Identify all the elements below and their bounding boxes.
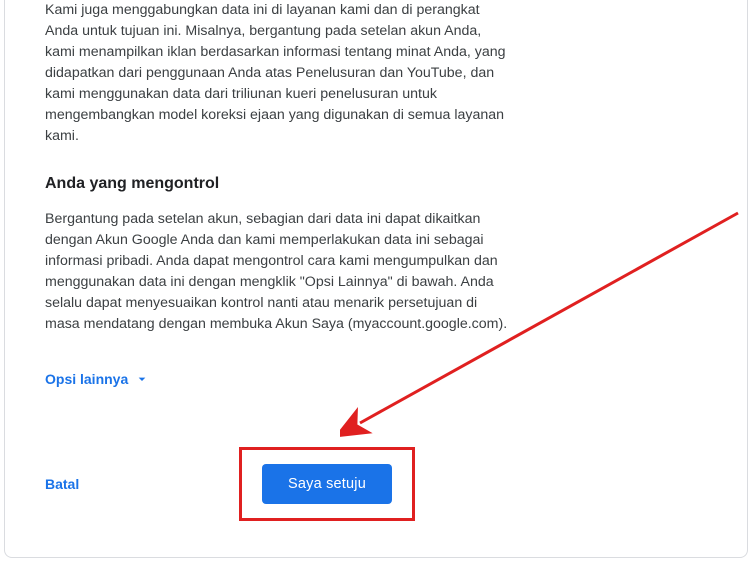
action-row: Batal Saya setuju	[45, 447, 415, 521]
paragraph-you-control: Bergantung pada setelan akun, sebagian d…	[45, 209, 515, 335]
chevron-down-icon	[134, 371, 150, 387]
cancel-button[interactable]: Batal	[45, 476, 79, 492]
agree-highlight-box: Saya setuju	[239, 447, 415, 521]
heading-you-control: Anda yang mengontrol	[45, 175, 515, 193]
more-options-label: Opsi lainnya	[45, 371, 128, 387]
agree-button[interactable]: Saya setuju	[262, 464, 392, 504]
consent-content: Kami juga menggabungkan data ini di laya…	[5, 0, 559, 521]
paragraph-combine-data: Kami juga menggabungkan data ini di laya…	[45, 0, 515, 147]
more-options-toggle[interactable]: Opsi lainnya	[45, 371, 515, 387]
consent-card: Kami juga menggabungkan data ini di laya…	[4, 0, 748, 558]
